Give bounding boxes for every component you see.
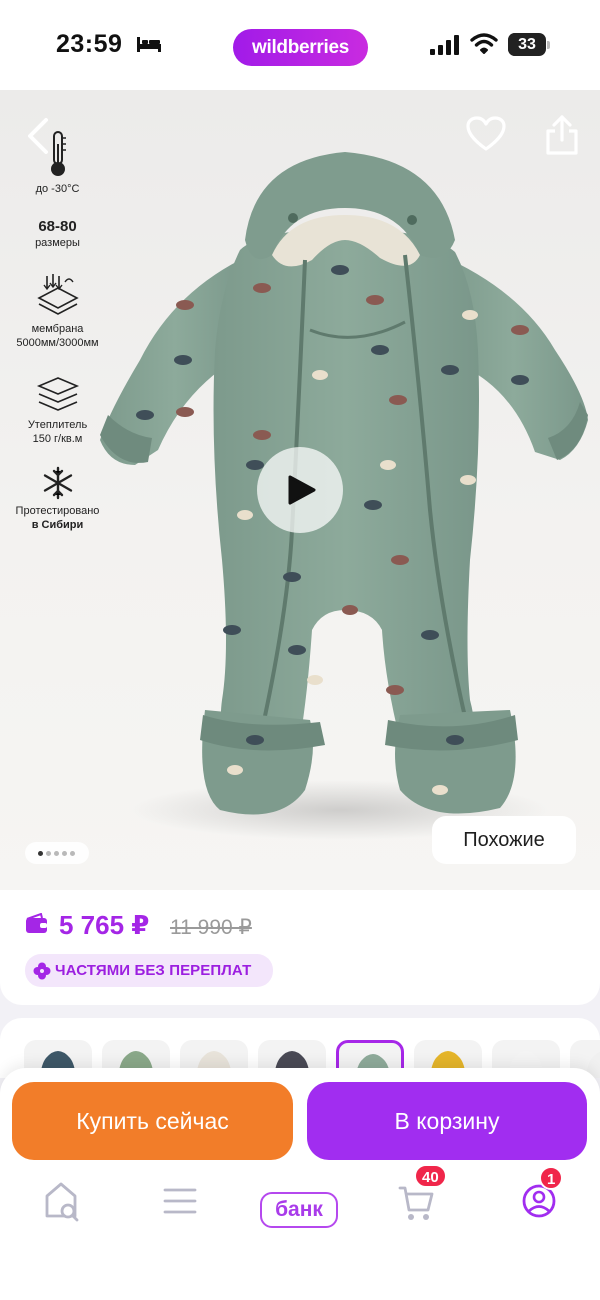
installment-text: ЧАСТЯМИ БЕЗ ПЕРЕПЛАТ xyxy=(55,962,252,979)
wallet-icon xyxy=(26,913,47,933)
battery-icon: 33 xyxy=(508,33,550,56)
nav-catalog[interactable] xyxy=(162,1180,222,1240)
price-card: 5 765 ₽ 11 990 ₽ ЧАСТЯМИ БЕЗ ПЕРЕПЛАТ xyxy=(0,890,600,1005)
product-page: 23:59 wildberries 33 до -30°С 68-80 разм… xyxy=(0,0,600,1300)
feature-temperature: до -30°С xyxy=(0,130,115,196)
gallery-pagination xyxy=(25,842,89,864)
feature-tested-value: в Сибири xyxy=(31,519,84,531)
share-icon[interactable] xyxy=(544,114,580,156)
menu-icon xyxy=(163,1188,197,1214)
product-gallery[interactable]: до -30°С 68-80 размеры мембрана 5000мм/3… xyxy=(0,90,600,890)
buy-now-button[interactable]: Купить сейчас xyxy=(12,1082,293,1160)
nav-cart[interactable]: 40 xyxy=(398,1164,458,1240)
gallery-dot xyxy=(70,851,75,856)
thermometer-icon xyxy=(50,131,66,176)
feature-sizes: 68-80 размеры xyxy=(0,218,115,250)
membrane-icon xyxy=(36,274,79,315)
nav-bank[interactable]: банк xyxy=(260,1192,338,1228)
feature-tested: Протестировано в Сибири xyxy=(0,466,115,532)
installment-badge[interactable]: ЧАСТЯМИ БЕЗ ПЕРЕПЛАТ xyxy=(25,954,273,987)
nav-profile[interactable]: 1 xyxy=(521,1166,581,1240)
status-time: 23:59 xyxy=(56,30,123,58)
bed-icon xyxy=(137,37,161,52)
add-to-cart-button[interactable]: В корзину xyxy=(307,1082,587,1160)
current-price: 5 765 ₽ xyxy=(59,910,150,940)
status-bar: 23:59 wildberries 33 xyxy=(0,0,600,90)
battery-level: 33 xyxy=(518,36,536,53)
bottom-panel: Купить сейчас В корзину банк 40 1 xyxy=(0,1068,600,1300)
gallery-dot xyxy=(38,851,43,856)
wildberries-logo: wildberries xyxy=(233,29,368,66)
feature-tested-label: Протестировано xyxy=(15,505,100,517)
feature-temperature-text: до -30°С xyxy=(35,183,80,195)
feature-sizes-label: размеры xyxy=(35,237,80,249)
layers-icon xyxy=(36,377,79,411)
feature-sizes-value: 68-80 xyxy=(38,218,77,235)
feature-insulation: Утеплитель 150 г/кв.м xyxy=(0,374,115,446)
cart-badge: 40 xyxy=(414,1164,447,1188)
feature-membrane-value: 5000мм/3000мм xyxy=(16,337,99,349)
feature-insulation-value: 150 г/кв.м xyxy=(32,433,83,445)
feature-membrane: мембрана 5000мм/3000мм xyxy=(0,272,115,350)
flower-icon xyxy=(33,962,51,980)
battery-body: 33 xyxy=(508,33,546,56)
old-price: 11 990 ₽ xyxy=(170,916,252,939)
home-search-icon xyxy=(45,1182,79,1222)
snowflake-icon xyxy=(43,466,72,500)
signal-icon xyxy=(430,35,459,55)
bottom-nav: банк 40 1 xyxy=(0,1164,600,1240)
play-video-button[interactable] xyxy=(257,447,343,533)
gallery-dot xyxy=(46,851,51,856)
nav-home-search[interactable] xyxy=(44,1180,104,1240)
battery-cap xyxy=(547,41,550,49)
feature-insulation-label: Утеплитель xyxy=(27,419,88,431)
gallery-dot xyxy=(54,851,59,856)
gallery-dot xyxy=(62,851,67,856)
feature-membrane-label: мембрана xyxy=(31,323,84,335)
similar-button[interactable]: Похожие xyxy=(432,816,576,864)
heart-icon[interactable] xyxy=(466,116,506,152)
play-icon xyxy=(288,475,316,505)
wifi-icon xyxy=(470,33,498,54)
